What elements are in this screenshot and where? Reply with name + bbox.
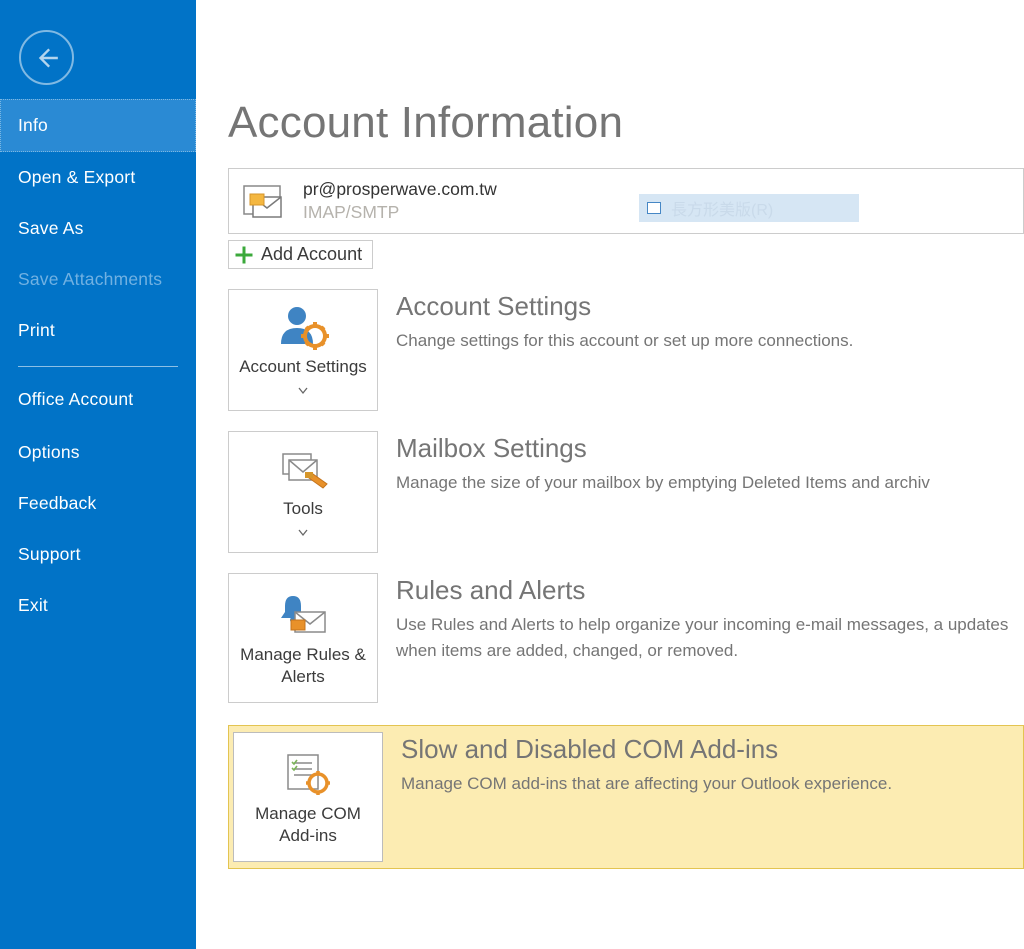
- rules-alerts-icon: [273, 590, 333, 638]
- com-addins-icon: [278, 749, 338, 797]
- sidebar-item-office-account[interactable]: Office Account: [0, 373, 196, 427]
- account-email: pr@prosperwave.com.tw: [303, 179, 497, 200]
- back-arrow-icon: [34, 45, 60, 71]
- section-desc: Manage COM add-ins that are affecting yo…: [401, 771, 1023, 797]
- sidebar-item-exit[interactable]: Exit: [0, 580, 196, 631]
- back-button[interactable]: [19, 30, 74, 85]
- tile-tools[interactable]: Tools: [228, 431, 378, 553]
- account-settings-icon: [273, 302, 333, 350]
- tile-label: Manage COM Add-ins: [240, 803, 376, 847]
- section-title: Mailbox Settings: [396, 433, 1024, 464]
- tile-label: Account Settings: [239, 356, 367, 378]
- sidebar-item-support[interactable]: Support: [0, 529, 196, 580]
- main-content: Account Information pr@prosperwave.com.t…: [196, 0, 1024, 949]
- sidebar-item-options[interactable]: Options: [0, 427, 196, 478]
- account-selector[interactable]: pr@prosperwave.com.tw IMAP/SMTP 長方形美版(R): [228, 168, 1024, 234]
- section-rules-alerts: Manage Rules & Alerts Rules and Alerts U…: [228, 563, 1024, 713]
- section-desc: Change settings for this account or set …: [396, 328, 1024, 354]
- chevron-down-icon: [298, 382, 308, 400]
- tile-manage-com-addins[interactable]: Manage COM Add-ins: [233, 732, 383, 862]
- account-highlight-overlay: 長方形美版(R): [639, 194, 859, 222]
- section-desc: Use Rules and Alerts to help organize yo…: [396, 612, 1024, 663]
- tools-icon: [273, 444, 333, 492]
- sidebar-separator: [18, 366, 178, 367]
- sidebar-item-info[interactable]: Info: [0, 99, 196, 152]
- section-desc: Manage the size of your mailbox by empty…: [396, 470, 1024, 496]
- section-title: Rules and Alerts: [396, 575, 1024, 606]
- tile-manage-rules-alerts[interactable]: Manage Rules & Alerts: [228, 573, 378, 703]
- sidebar-item-feedback[interactable]: Feedback: [0, 478, 196, 529]
- rectangle-marker-icon: [647, 202, 661, 214]
- tile-label: Manage Rules & Alerts: [235, 644, 371, 688]
- section-com-addins: Manage COM Add-ins Slow and Disabled COM…: [228, 725, 1024, 869]
- plus-icon: [235, 246, 253, 264]
- section-title: Slow and Disabled COM Add-ins: [401, 734, 1023, 765]
- sidebar-item-save-attachments: Save Attachments: [0, 254, 196, 305]
- sidebar-item-save-as[interactable]: Save As: [0, 203, 196, 254]
- sidebar: Info Open & Export Save As Save Attachme…: [0, 0, 196, 949]
- section-mailbox-settings: Tools Mailbox Settings Manage the size o…: [228, 421, 1024, 563]
- page-title: Account Information: [228, 98, 1024, 148]
- add-account-button[interactable]: Add Account: [228, 240, 373, 269]
- account-type: IMAP/SMTP: [303, 202, 497, 223]
- sidebar-item-print[interactable]: Print: [0, 305, 196, 356]
- section-account-settings: Account Settings Account Settings Change…: [228, 279, 1024, 421]
- account-icon: [237, 177, 289, 225]
- add-account-label: Add Account: [261, 244, 362, 265]
- sidebar-item-open-export[interactable]: Open & Export: [0, 152, 196, 203]
- tile-label: Tools: [283, 498, 323, 520]
- chevron-down-icon: [298, 524, 308, 542]
- section-title: Account Settings: [396, 291, 1024, 322]
- account-highlight-text: 長方形美版(R): [671, 196, 773, 220]
- tile-account-settings[interactable]: Account Settings: [228, 289, 378, 411]
